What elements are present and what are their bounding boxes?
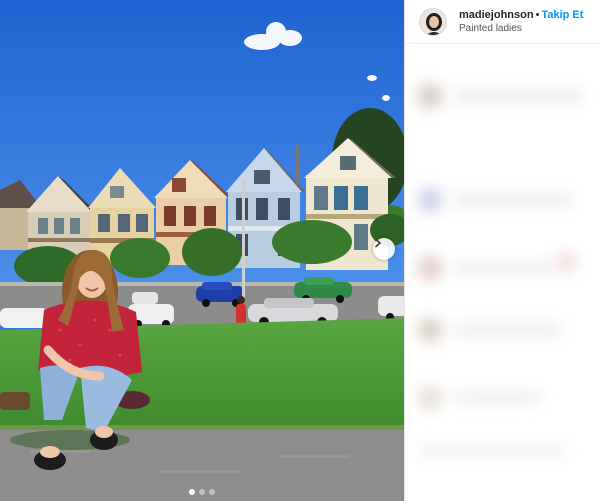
blurred-block [453, 89, 583, 103]
separator-dot: • [535, 9, 540, 21]
blurred-block [417, 187, 443, 213]
painted-ladies-photo [0, 0, 404, 501]
carousel-next-button[interactable] [373, 238, 395, 260]
follow-button[interactable]: Takip Et [541, 9, 583, 21]
blurred-block [453, 323, 563, 337]
blurred-block [453, 261, 553, 275]
blurred-block [417, 317, 443, 343]
username-link[interactable]: madiejohnson [459, 9, 534, 21]
blurred-block [417, 445, 567, 457]
blurred-block [417, 83, 443, 109]
carousel-dot [209, 489, 215, 495]
post-header-text: madiejohnson • Takip Et Painted ladies [459, 7, 583, 36]
user-avatar-image [420, 8, 446, 35]
avatar[interactable] [419, 7, 447, 36]
blurred-block [453, 391, 543, 405]
post-photo[interactable] [0, 0, 404, 501]
chevron-right-icon [375, 238, 381, 248]
location-link[interactable]: Painted ladies [459, 22, 583, 36]
blurred-block [555, 251, 577, 273]
carousel-dot [189, 489, 195, 495]
blurred-block [417, 385, 443, 411]
carousel-indicator [0, 489, 404, 495]
post-side-panel: madiejohnson • Takip Et Painted ladies [404, 0, 600, 501]
post-header: madiejohnson • Takip Et Painted ladies [405, 0, 600, 44]
blurred-comments-area [405, 45, 600, 501]
carousel-dot [199, 489, 205, 495]
blurred-block [417, 255, 443, 281]
blurred-block [453, 193, 573, 207]
